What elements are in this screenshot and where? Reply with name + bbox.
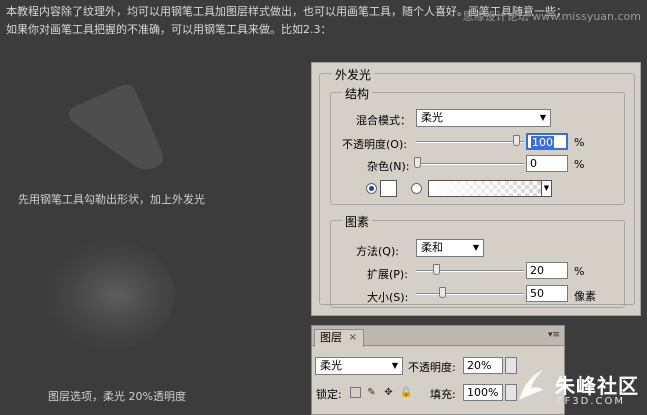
chevron-down-icon: ▼ bbox=[472, 243, 479, 252]
size-unit: 像素 bbox=[574, 290, 596, 303]
method-label: 方法(Q): bbox=[356, 245, 399, 258]
chevron-down-icon: ▼ bbox=[541, 181, 551, 196]
glow-color-swatch[interactable] bbox=[380, 180, 397, 197]
noise-input[interactable]: 0 bbox=[526, 155, 568, 172]
layer-blend-mode-value: 柔光 bbox=[320, 359, 342, 372]
noise-label: 杂色(N): bbox=[367, 160, 410, 173]
gradient-picker[interactable]: ▼ bbox=[428, 180, 552, 197]
blend-mode-label: 混合模式： bbox=[356, 114, 411, 127]
chevron-down-icon: ▼ bbox=[391, 361, 398, 370]
layer-caption: 图层选项，柔光 20%透明度 bbox=[48, 390, 186, 403]
opacity-slider-track[interactable] bbox=[416, 141, 524, 143]
brand-url: ZF3D.COM bbox=[555, 396, 625, 407]
size-slider-track[interactable] bbox=[416, 293, 524, 295]
noise-slider-thumb[interactable] bbox=[414, 157, 421, 168]
top-watermark: 思缘设计论坛 www.missyuan.com bbox=[462, 10, 641, 23]
panel-menu-icon[interactable]: ▾≡ bbox=[548, 330, 560, 340]
soft-glow-illustration bbox=[45, 240, 175, 350]
layers-tabbar: 图层 × ▾≡ bbox=[312, 326, 564, 347]
layer-blend-mode-select[interactable]: 柔光 ▼ bbox=[315, 357, 403, 375]
opacity-label: 不透明度(O): bbox=[342, 138, 407, 151]
lock-label: 锁定: bbox=[316, 388, 342, 401]
noise-unit: % bbox=[574, 158, 585, 171]
lock-move-icon[interactable]: ✥ bbox=[383, 387, 394, 398]
spread-unit: % bbox=[574, 265, 585, 278]
spread-label: 扩展(P): bbox=[367, 268, 408, 281]
outer-glow-title: 外发光 bbox=[332, 66, 375, 83]
fill-label: 填充: bbox=[430, 388, 456, 401]
method-value: 柔和 bbox=[421, 241, 443, 254]
method-select[interactable]: 柔和 ▼ bbox=[416, 239, 484, 257]
solid-color-radio[interactable] bbox=[366, 183, 377, 194]
lock-transparent-icon[interactable] bbox=[350, 387, 361, 398]
shape-caption: 先用钢笔工具勾勒出形状，加上外发光 bbox=[18, 193, 205, 206]
layer-opacity-label: 不透明度: bbox=[408, 361, 456, 374]
elements-legend: 图素 bbox=[342, 213, 373, 230]
lock-brush-icon[interactable]: ✎ bbox=[366, 387, 377, 398]
layer-opacity-input[interactable]: 20% bbox=[463, 357, 503, 374]
brand-name: 朱峰社区 bbox=[555, 374, 639, 398]
tab-layers[interactable]: 图层 × bbox=[314, 329, 364, 347]
opacity-slider-thumb[interactable] bbox=[513, 135, 520, 146]
chevron-down-icon: ▼ bbox=[539, 113, 546, 122]
opacity-unit: % bbox=[574, 136, 585, 149]
structure-legend: 结构 bbox=[342, 85, 373, 102]
wedge-shape-illustration bbox=[68, 84, 163, 170]
blend-mode-select[interactable]: 柔光 ▼ bbox=[416, 109, 551, 127]
spread-slider-thumb[interactable] bbox=[433, 264, 440, 275]
close-icon[interactable]: × bbox=[349, 330, 357, 346]
gradient-radio[interactable] bbox=[411, 183, 422, 194]
spread-input[interactable]: 20 bbox=[526, 262, 568, 279]
noise-slider-track[interactable] bbox=[416, 163, 524, 165]
opacity-input[interactable]: 100 bbox=[526, 133, 568, 150]
size-label: 大小(S): bbox=[367, 291, 409, 304]
size-input[interactable]: 50 bbox=[526, 285, 568, 302]
lock-all-icon[interactable]: 🔒 bbox=[400, 387, 412, 398]
fill-input[interactable]: 100% bbox=[463, 384, 503, 401]
tab-layers-label: 图层 bbox=[320, 331, 342, 344]
brand-logo-icon bbox=[519, 370, 543, 400]
size-slider-thumb[interactable] bbox=[439, 287, 446, 298]
blend-mode-value: 柔光 bbox=[421, 111, 443, 124]
outer-glow-panel: 外发光 结构 混合模式： 柔光 ▼ 不透明度(O): 100 % 杂色(N): … bbox=[311, 62, 641, 316]
